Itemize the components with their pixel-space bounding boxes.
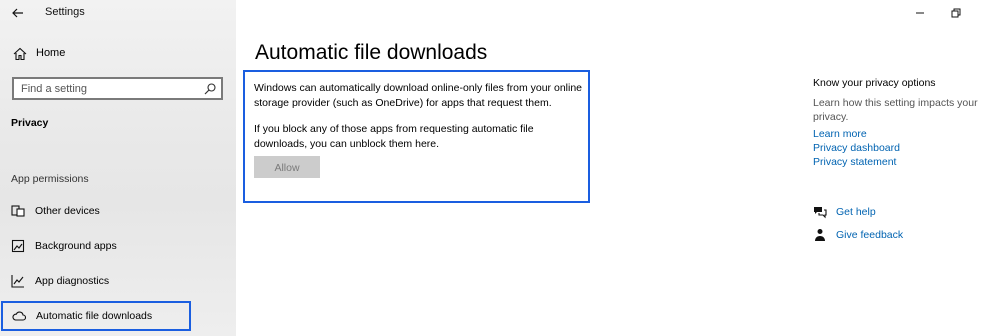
privacy-statement-link[interactable]: Privacy statement xyxy=(813,156,896,168)
sidebar-item-automatic-file-downloads[interactable]: Automatic file downloads xyxy=(1,301,191,331)
section-title: Privacy xyxy=(11,117,49,129)
diagnostics-icon xyxy=(11,275,24,288)
background-apps-icon xyxy=(11,239,25,253)
page-title: Automatic file downloads xyxy=(255,41,488,64)
sidebar-item-label: Automatic file downloads xyxy=(36,310,153,322)
search-input[interactable] xyxy=(14,79,221,98)
app-title: Settings xyxy=(45,6,85,18)
learn-more-link[interactable]: Learn more xyxy=(813,128,867,140)
sidebar-item-label: App diagnostics xyxy=(35,275,110,287)
give-feedback-label: Give feedback xyxy=(836,229,904,241)
restore-button[interactable] xyxy=(948,6,964,20)
chat-help-icon xyxy=(814,207,827,219)
back-button[interactable] xyxy=(8,3,28,23)
cloud-icon xyxy=(12,311,26,321)
restore-icon xyxy=(951,8,961,18)
sidebar-item-other-devices[interactable]: Other devices xyxy=(0,196,236,226)
search-box[interactable] xyxy=(12,77,223,100)
privacy-options-description: Learn how this setting impacts your priv… xyxy=(813,97,978,123)
search-icon[interactable] xyxy=(203,82,217,96)
privacy-options-title: Know your privacy options xyxy=(813,77,936,89)
group-label: App permissions xyxy=(11,173,89,185)
allow-button[interactable]: Allow xyxy=(254,156,320,178)
devices-icon xyxy=(11,205,25,217)
title-bar: Settings xyxy=(0,0,236,26)
description-text: If you block any of those apps from requ… xyxy=(254,123,534,150)
sidebar: Settings Home Privacy App permissions Ot… xyxy=(0,0,236,336)
sidebar-item-label: Other devices xyxy=(35,205,100,217)
home-nav-item[interactable]: Home xyxy=(0,41,236,67)
privacy-dashboard-link[interactable]: Privacy dashboard xyxy=(813,142,900,154)
feedback-icon xyxy=(815,229,825,241)
minimize-button[interactable] xyxy=(912,6,928,20)
minimize-icon xyxy=(916,12,924,14)
back-arrow-icon xyxy=(12,8,23,18)
sidebar-item-label: Background apps xyxy=(35,240,117,252)
sidebar-item-app-diagnostics[interactable]: App diagnostics xyxy=(0,266,236,296)
description-text: Windows can automatically download onlin… xyxy=(254,82,582,109)
home-icon xyxy=(13,47,27,61)
get-help-label: Get help xyxy=(836,206,876,218)
sidebar-item-background-apps[interactable]: Background apps xyxy=(0,231,236,261)
home-label: Home xyxy=(36,47,66,59)
